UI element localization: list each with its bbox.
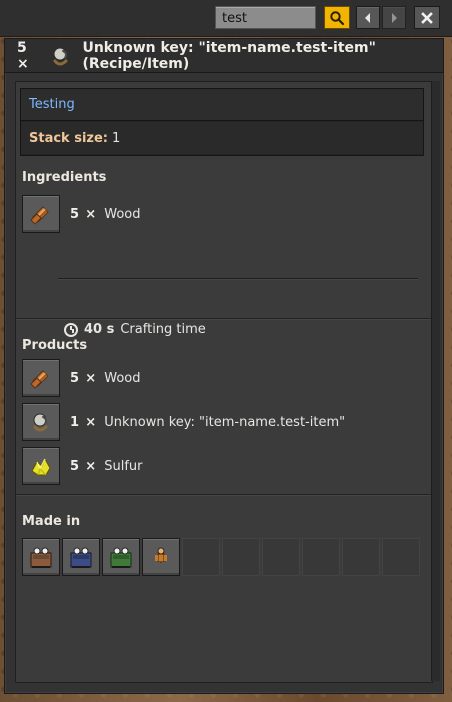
section-separator-2	[16, 494, 432, 495]
recipe-panel: 5 × Unknown key: "item-name.test-item" (…	[4, 38, 444, 694]
product-name-test-item: Unknown key: "item-name.test-item"	[104, 414, 346, 430]
wood-icon	[30, 206, 49, 225]
stack-size-row: Stack size: 1	[21, 122, 423, 154]
machine-slot-1[interactable]	[22, 538, 60, 576]
wood-icon	[30, 370, 49, 389]
top-toolbar: test	[0, 0, 452, 37]
empty-slot	[382, 538, 420, 576]
machine-slot-3[interactable]	[102, 538, 140, 576]
empty-slot	[342, 538, 380, 576]
clock-icon	[64, 322, 78, 337]
testing-link[interactable]: Testing	[29, 97, 75, 112]
crafting-time-label: Crafting time	[120, 322, 206, 337]
close-button[interactable]	[414, 6, 440, 29]
product-qty-wood: 5	[70, 370, 80, 386]
product-row-sulfur: 5 × Sulfur	[22, 446, 422, 486]
test-item-icon	[48, 43, 74, 69]
product-text-test-item: 1 × Unknown key: "item-name.test-item"	[70, 415, 345, 430]
ingredient-row-wood: 5 × Wood	[22, 194, 422, 234]
product-text-wood: 5 × Wood	[70, 371, 141, 386]
made-in-title: Made in	[22, 514, 81, 529]
product-qty-test-item: 1	[70, 414, 80, 430]
section-separator-1	[16, 318, 432, 319]
header-qty: 5 ×	[17, 39, 29, 72]
info-box: Testing Stack size: 1	[20, 88, 424, 156]
ingredient-qty: 5	[70, 206, 80, 222]
machine-slot-4[interactable]	[142, 538, 180, 576]
character-icon	[155, 547, 167, 568]
made-in-grid	[22, 538, 420, 576]
ingredient-name: Wood	[104, 206, 141, 222]
crafting-time-value: 40 s	[84, 322, 115, 337]
ingredients-separator	[58, 278, 418, 279]
sulfur-icon	[31, 457, 51, 476]
recipe-content: Testing Stack size: 1 Ingredients 5 × Wo…	[15, 81, 433, 683]
product-times-test-item: ×	[85, 414, 97, 430]
products-title: Products	[22, 338, 88, 353]
product-text-sulfur: 5 × Sulfur	[70, 459, 143, 474]
panel-header: 5 × Unknown key: "item-name.test-item" (…	[5, 39, 443, 73]
search-button[interactable]	[324, 6, 350, 29]
stack-size-value: 1	[112, 130, 121, 146]
search-input[interactable]: test	[215, 6, 316, 29]
assembler-3-icon	[110, 547, 132, 568]
back-button[interactable]	[356, 6, 380, 29]
search-icon	[330, 10, 345, 25]
page-title: Unknown key: "item-name.test-item" (Reci…	[82, 39, 376, 72]
empty-slot	[182, 538, 220, 576]
arrow-right-icon	[392, 12, 397, 23]
product-slot-test-item[interactable]	[22, 403, 60, 441]
product-row-test-item: 1 × Unknown key: "item-name.test-item"	[22, 402, 422, 442]
product-qty-sulfur: 5	[70, 458, 80, 474]
stack-size-label: Stack size:	[29, 130, 109, 146]
product-row-wood: 5 × Wood	[22, 358, 422, 398]
test-item-icon	[33, 413, 48, 432]
forward-button[interactable]	[382, 6, 406, 29]
testing-link-row[interactable]: Testing	[21, 89, 423, 121]
empty-slot	[222, 538, 260, 576]
product-slot-sulfur[interactable]	[22, 447, 60, 485]
product-name-wood: Wood	[104, 370, 141, 386]
close-icon	[421, 11, 433, 24]
ingredients-title: Ingredients	[22, 170, 107, 185]
vertical-scrollbar[interactable]	[431, 81, 440, 681]
arrow-left-icon	[365, 12, 370, 23]
product-times-wood: ×	[85, 370, 97, 386]
machine-slot-2[interactable]	[62, 538, 100, 576]
empty-slot	[302, 538, 340, 576]
ingredient-text: 5 × Wood	[70, 207, 141, 222]
product-times-sulfur: ×	[85, 458, 97, 474]
ingredient-slot-wood[interactable]	[22, 195, 60, 233]
product-slot-wood[interactable]	[22, 359, 60, 397]
crafting-time: 40 s Crafting time	[64, 322, 206, 337]
assembler-1-icon	[30, 547, 52, 568]
assembler-2-icon	[70, 547, 92, 568]
empty-slot	[262, 538, 300, 576]
product-name-sulfur: Sulfur	[104, 458, 143, 474]
ingredient-times: ×	[85, 206, 97, 222]
